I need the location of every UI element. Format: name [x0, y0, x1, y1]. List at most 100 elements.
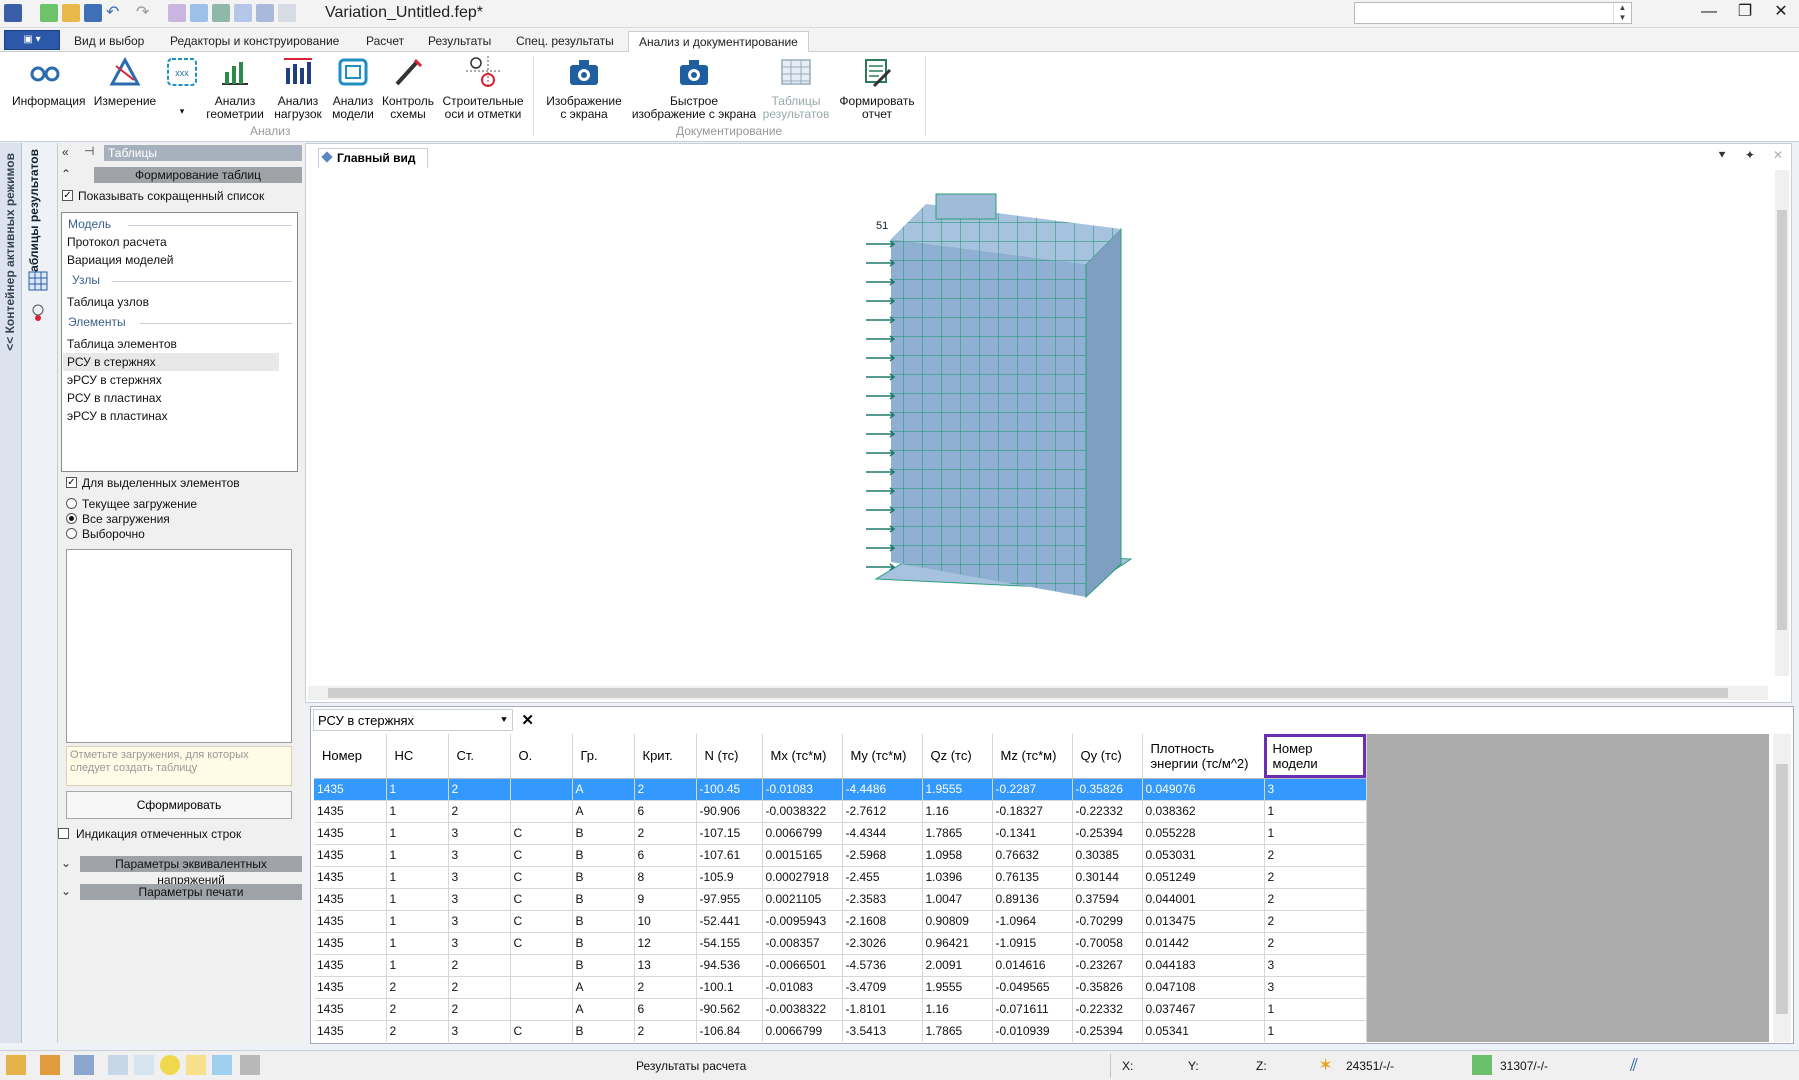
- table-cell[interactable]: 1: [386, 778, 449, 801]
- table-row[interactable]: 1435 1 2 B 13 -94.536 -0.0066501 -4.5736 2.0091 0…: [314, 954, 1367, 977]
- table-cell[interactable]: 0.044001: [1142, 888, 1265, 911]
- maximize-button[interactable]: ❐: [1727, 0, 1763, 26]
- table-cell[interactable]: 0.76632: [992, 844, 1073, 867]
- table-cell[interactable]: 1.16: [922, 800, 993, 823]
- table-cell[interactable]: 3: [448, 888, 511, 911]
- table-cell[interactable]: -3.5413: [842, 1020, 923, 1042]
- table-cell[interactable]: 0.37594: [1072, 888, 1143, 911]
- table-cell[interactable]: 2: [1264, 888, 1367, 911]
- active-modes-container[interactable]: << Контейнер активных режимов: [0, 143, 22, 1043]
- short-list-checkbox[interactable]: ✓: [62, 190, 73, 201]
- list-item-rsu-plates[interactable]: РСУ в пластинах: [63, 389, 279, 407]
- table-cell[interactable]: 0.0015165: [762, 844, 843, 867]
- section-equiv-stress[interactable]: Параметры эквивалентных напряжений: [80, 856, 302, 887]
- table-cell[interactable]: 2: [1264, 932, 1367, 955]
- result-tables-side-tab[interactable]: Таблицы результатов: [27, 149, 41, 279]
- table-cell[interactable]: 3: [448, 866, 511, 889]
- table-tab-close-icon[interactable]: ✕: [521, 710, 534, 732]
- table-cell[interactable]: B: [572, 932, 635, 955]
- for-selected-checkbox[interactable]: ✓: [66, 477, 77, 488]
- table-cell[interactable]: 0.30385: [1072, 844, 1143, 867]
- building-axes-button[interactable]: Строительные оси и отметки: [440, 56, 526, 121]
- table-cell[interactable]: -90.906: [696, 800, 763, 823]
- table-cell[interactable]: 2: [386, 998, 449, 1021]
- radio-current-load[interactable]: [66, 498, 77, 509]
- table-cell[interactable]: -0.25394: [1072, 1020, 1143, 1042]
- table-cell[interactable]: 1435: [314, 822, 387, 845]
- table-cell[interactable]: 2.0091: [922, 954, 993, 977]
- node-snap-icon[interactable]: [134, 1055, 154, 1075]
- table-cell[interactable]: 10: [634, 910, 697, 933]
- table-cell[interactable]: 1.9555: [922, 778, 993, 801]
- table-cell[interactable]: 1.9555: [922, 976, 993, 999]
- tab-calculation[interactable]: Расчет: [356, 31, 414, 52]
- expand-print-icon[interactable]: ⌄: [61, 884, 71, 898]
- view-tool-icon[interactable]: [74, 1055, 94, 1075]
- column-header[interactable]: Qz (тс): [922, 734, 993, 779]
- table-cell[interactable]: 1: [386, 932, 449, 955]
- table-row[interactable]: 1435 1 2 A 6 -90.906 -0.0038322 -2.7612 1.16 -0.1…: [314, 800, 1367, 823]
- table-cell[interactable]: 0.038362: [1142, 800, 1265, 823]
- table-cell[interactable]: -52.441: [696, 910, 763, 933]
- table-cell[interactable]: 6: [634, 800, 697, 823]
- table-cell[interactable]: 1.0396: [922, 866, 993, 889]
- table-row[interactable]: 1435 2 2 A 6 -90.562 -0.0038322 -1.8101 1.16 -0.0…: [314, 998, 1367, 1021]
- table-cell[interactable]: -94.536: [696, 954, 763, 977]
- column-header[interactable]: Гр.: [572, 734, 635, 779]
- table-cell[interactable]: 2: [1264, 910, 1367, 933]
- column-header[interactable]: Qy (тс): [1072, 734, 1143, 779]
- table-cell[interactable]: -4.5736: [842, 954, 923, 977]
- table-cell[interactable]: 0.00027918: [762, 866, 843, 889]
- list-item-variation[interactable]: Вариация моделей: [63, 251, 279, 269]
- table-cell[interactable]: 1435: [314, 866, 387, 889]
- pin-panel-icon[interactable]: ⊣: [84, 144, 94, 158]
- column-header[interactable]: Номер модели: [1264, 734, 1367, 779]
- table-cell[interactable]: 0.049076: [1142, 778, 1265, 801]
- table-cell[interactable]: C: [510, 822, 573, 845]
- table-cell[interactable]: 1: [386, 866, 449, 889]
- table-cell[interactable]: 0.01442: [1142, 932, 1265, 955]
- point-icon[interactable]: [160, 1055, 180, 1075]
- table-cell[interactable]: 0.96421: [922, 932, 993, 955]
- table-row[interactable]: 1435 2 2 A 2 -100.1 -0.01083 -3.4709 1.9555 -0.04…: [314, 976, 1367, 999]
- tool-icon-2[interactable]: [190, 4, 208, 22]
- table-cell[interactable]: -2.5968: [842, 844, 923, 867]
- layers-icon[interactable]: [240, 1055, 260, 1075]
- load-analysis-button[interactable]: Анализ нагрузок: [270, 56, 326, 121]
- table-cell[interactable]: C: [510, 932, 573, 955]
- table-cell[interactable]: 1: [386, 844, 449, 867]
- table-cell[interactable]: -0.2287: [992, 778, 1073, 801]
- table-cell[interactable]: 1435: [314, 932, 387, 955]
- table-cell[interactable]: -1.8101: [842, 998, 923, 1021]
- undo-icon[interactable]: ↶: [106, 4, 124, 22]
- table-cell[interactable]: B: [572, 844, 635, 867]
- table-cell[interactable]: 1435: [314, 800, 387, 823]
- table-row[interactable]: 1435 1 2 A 2 -100.45 -0.01083 -4.4486 1.9555 -0.2…: [314, 778, 1367, 801]
- table-cell[interactable]: 1435: [314, 844, 387, 867]
- table-cell[interactable]: -90.562: [696, 998, 763, 1021]
- table-row[interactable]: 1435 1 3 C B 8 -105.9 0.00027918 -2.455 1.0396 0.7…: [314, 866, 1367, 889]
- list-item-protocol[interactable]: Протокол расчета: [63, 233, 279, 251]
- table-cell[interactable]: B: [572, 888, 635, 911]
- expand-equiv-icon[interactable]: ⌄: [61, 856, 71, 870]
- measure-button[interactable]: Измерение: [92, 56, 158, 108]
- table-row[interactable]: 1435 1 3 C B 6 -107.61 0.0015165 -2.5968 1.0958 0.…: [314, 844, 1367, 867]
- table-cell[interactable]: -0.010939: [992, 1020, 1073, 1042]
- table-cell[interactable]: -97.955: [696, 888, 763, 911]
- table-cell[interactable]: 2: [386, 1020, 449, 1042]
- matrix-dropdown-icon[interactable]: ▾: [164, 105, 200, 118]
- table-cell[interactable]: -2.7612: [842, 800, 923, 823]
- table-cell[interactable]: 0.047108: [1142, 976, 1265, 999]
- table-cell[interactable]: 1.7865: [922, 1020, 993, 1042]
- table-cell[interactable]: [510, 800, 573, 823]
- table-cell[interactable]: A: [572, 778, 635, 801]
- table-cell[interactable]: 3: [1264, 954, 1367, 977]
- table-cell[interactable]: [510, 954, 573, 977]
- table-cell[interactable]: 1: [386, 888, 449, 911]
- table-row[interactable]: 1435 2 3 C B 2 -106.84 0.0066799 -3.5413 1.7865 -0…: [314, 1020, 1367, 1042]
- model-analysis-button[interactable]: Анализ модели: [330, 56, 376, 121]
- table-cell[interactable]: 0.051249: [1142, 866, 1265, 889]
- table-cell[interactable]: 2: [1264, 866, 1367, 889]
- table-cell[interactable]: C: [510, 910, 573, 933]
- column-header[interactable]: Mz (тс*м): [992, 734, 1073, 779]
